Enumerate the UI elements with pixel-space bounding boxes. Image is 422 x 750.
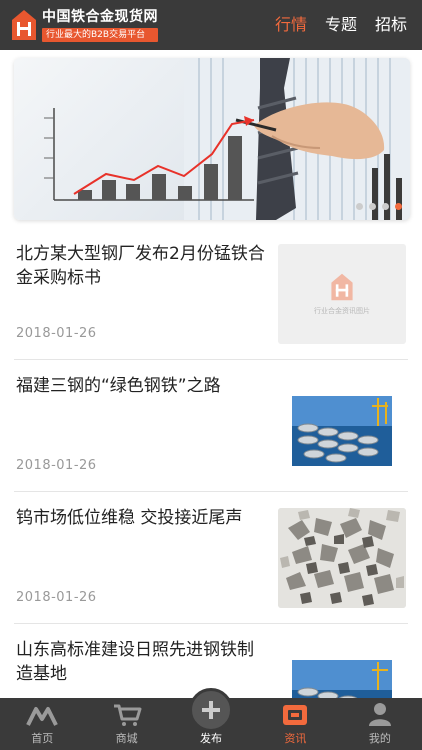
news-date: 2018-01-26 xyxy=(16,590,97,605)
tab-label: 我的 xyxy=(368,732,391,745)
home-icon xyxy=(26,707,58,726)
news-title[interactable]: 北方某大型钢厂发布2月份锰铁合金采购标书 xyxy=(16,242,266,290)
carousel-dot[interactable] xyxy=(369,203,376,210)
tab-label: 首页 xyxy=(31,732,54,745)
placeholder-logo-icon xyxy=(331,273,353,301)
carousel-dot-active[interactable] xyxy=(395,203,402,210)
site-name: 中国铁合金现货网 xyxy=(42,8,158,25)
tab-mall[interactable]: 商城 xyxy=(84,698,168,750)
publish-icon xyxy=(189,688,234,732)
news-item[interactable]: 钨市场低位维稳 交投接近尾声 2018-01-26 xyxy=(14,492,408,624)
tab-label: 发布 xyxy=(200,732,223,745)
bottom-tab-bar: 首页 商城 发布 资讯 我的 xyxy=(0,688,422,750)
site-logo[interactable]: 中国铁合金现货网 行业最大的B2B交易平台 xyxy=(10,8,158,42)
site-slogan: 行业最大的B2B交易平台 xyxy=(42,27,158,42)
logo-mark-icon xyxy=(10,8,38,42)
news-thumbnail-ore[interactable] xyxy=(278,508,406,608)
news-thumbnail-steel-bars[interactable] xyxy=(278,376,406,476)
top-header: 中国铁合金现货网 行业最大的B2B交易平台 行情 专题 招标 xyxy=(0,0,422,50)
carousel-dots xyxy=(356,203,402,210)
news-item[interactable]: 北方某大型钢厂发布2月份锰铁合金采购标书 2018-01-26 行业合金资讯图片 xyxy=(14,228,408,360)
cart-icon xyxy=(113,704,142,726)
news-title[interactable]: 山东高标准建设日照先进钢铁制造基地 xyxy=(16,638,266,686)
carousel-dot[interactable] xyxy=(382,203,389,210)
tab-label: 商城 xyxy=(115,732,138,745)
news-title[interactable]: 钨市场低位维稳 交投接近尾声 xyxy=(16,506,266,530)
carousel-dot[interactable] xyxy=(356,203,363,210)
tab-home[interactable]: 首页 xyxy=(0,698,84,750)
banner-image xyxy=(44,58,410,220)
nav-item-market[interactable]: 行情 xyxy=(266,0,316,50)
tab-label: 资讯 xyxy=(284,732,307,745)
top-nav: 行情 专题 招标 xyxy=(266,0,416,50)
nav-item-tender[interactable]: 招标 xyxy=(366,0,416,50)
placeholder-caption: 行业合金资讯图片 xyxy=(314,307,370,315)
news-list: 北方某大型钢厂发布2月份锰铁合金采购标书 2018-01-26 行业合金资讯图片… xyxy=(0,228,422,750)
tab-publish[interactable]: 发布 xyxy=(169,688,253,750)
tab-news[interactable]: 资讯 xyxy=(253,698,337,750)
news-date: 2018-01-26 xyxy=(16,458,97,473)
news-item[interactable]: 福建三钢的“绿色钢铁”之路 2018-01-26 xyxy=(14,360,408,492)
tab-mine[interactable]: 我的 xyxy=(338,698,422,750)
nav-item-topics[interactable]: 专题 xyxy=(316,0,366,50)
user-icon xyxy=(368,703,391,726)
news-date: 2018-01-26 xyxy=(16,326,97,341)
banner-carousel[interactable] xyxy=(14,58,410,220)
news-title[interactable]: 福建三钢的“绿色钢铁”之路 xyxy=(16,374,266,398)
news-icon xyxy=(283,705,308,725)
news-thumbnail-placeholder[interactable]: 行业合金资讯图片 xyxy=(278,244,406,344)
